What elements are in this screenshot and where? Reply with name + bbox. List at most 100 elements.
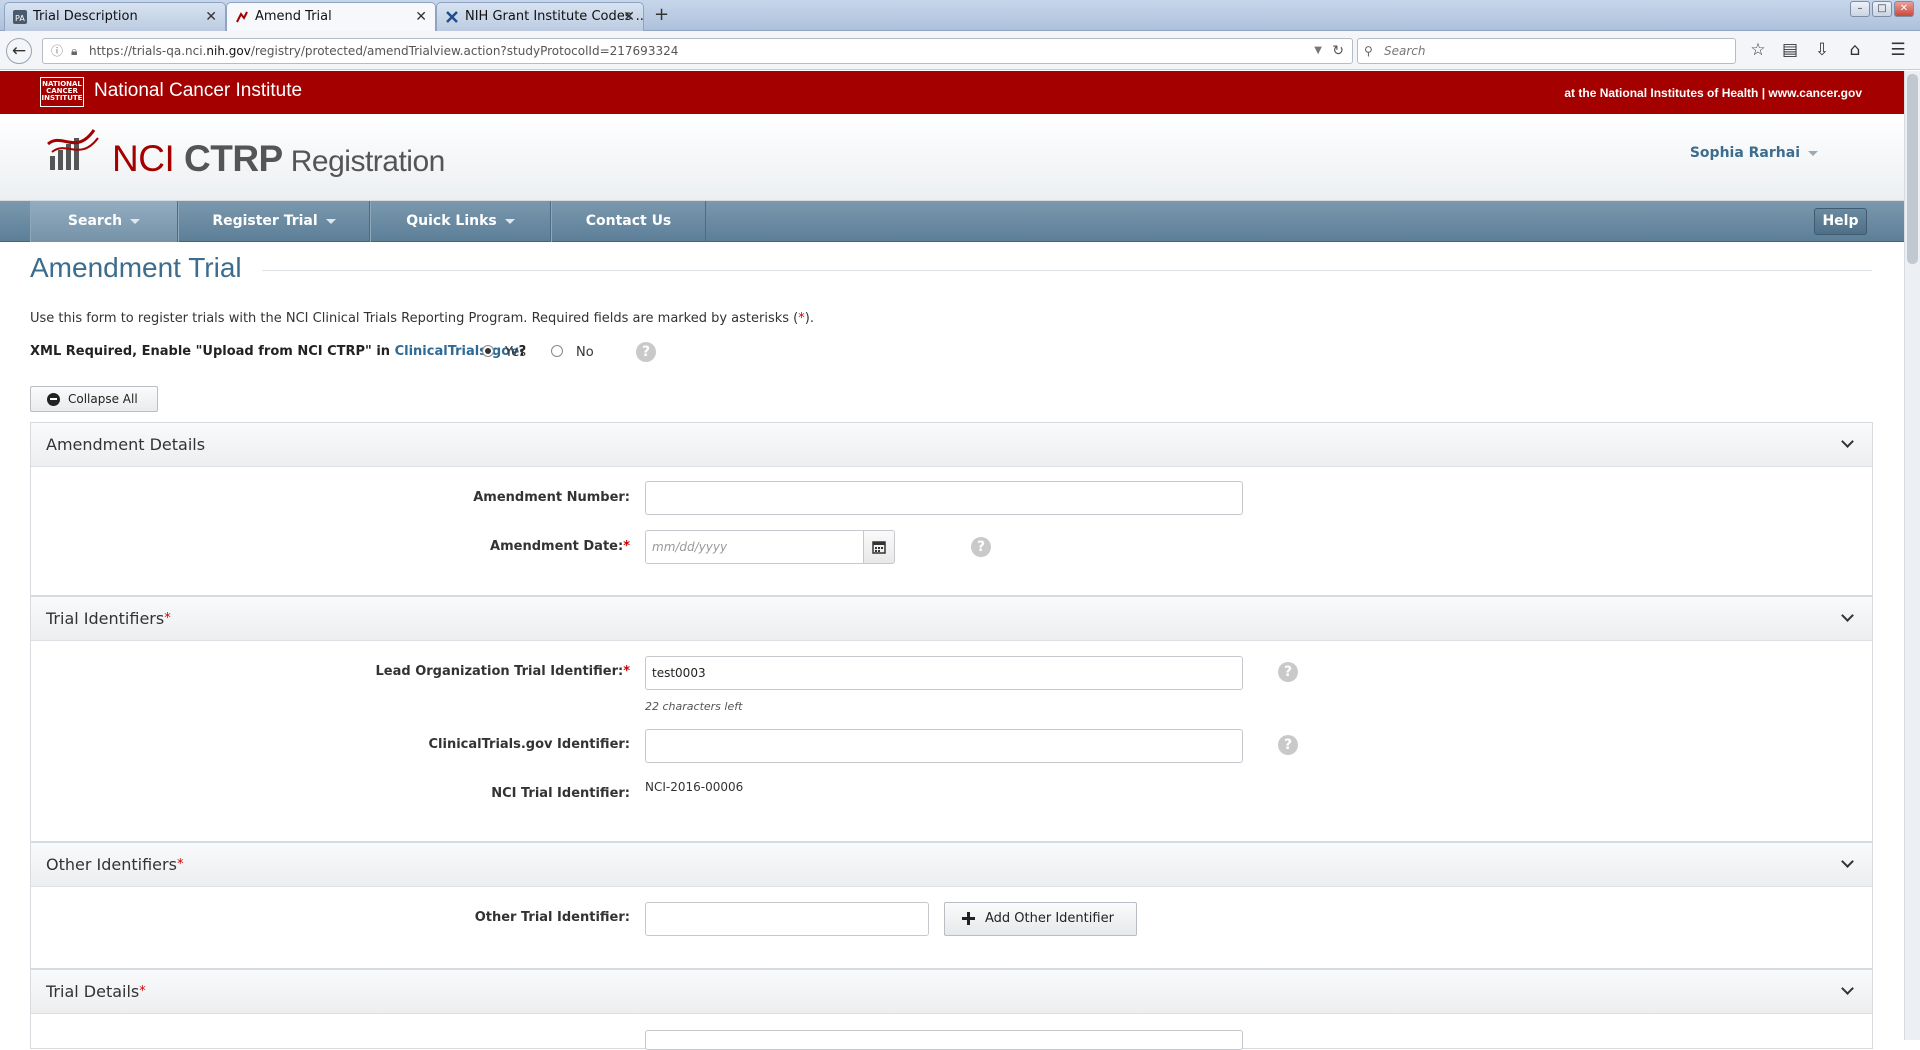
logo-nci: NCI	[112, 138, 175, 179]
clinicaltrials-gov-help-icon[interactable]: ?	[1278, 735, 1298, 755]
amendment-date-input[interactable]: mm/dd/yyyy	[645, 530, 864, 564]
chevron-down-icon[interactable]	[1841, 609, 1854, 622]
lead-org-identifier-label-text: Lead Organization Trial Identifier:	[375, 664, 624, 679]
characters-left-hint: 22 characters left	[645, 700, 743, 713]
chevron-down-icon	[325, 218, 336, 224]
lock-icon: 🔒︎	[71, 44, 78, 58]
scrollbar-thumb[interactable]	[1907, 74, 1918, 264]
address-bar[interactable]: ⓘ 🔒︎ https://trials-qa.nci.nih.gov/regis…	[42, 38, 1353, 64]
xml-label: XML Required, Enable "Upload from NCI CT…	[30, 344, 395, 359]
amendment-date-label-text: Amendment Date:	[490, 539, 624, 554]
minimize-icon[interactable]: –	[1850, 1, 1870, 17]
nci-favicon-icon	[236, 11, 248, 23]
nav-quick-links-label: Quick Links	[406, 213, 497, 229]
amendment-date-label: Amendment Date:*	[490, 539, 630, 554]
url-domain: nih.gov	[206, 44, 251, 58]
info-icon[interactable]: ⓘ	[51, 39, 63, 63]
trial-identifiers-header[interactable]: Trial Identifiers*	[31, 597, 1872, 641]
close-tab-icon[interactable]: ✕	[623, 3, 635, 31]
close-window-icon[interactable]: ✕	[1894, 1, 1914, 17]
required-asterisk: *	[623, 539, 630, 554]
nci-trial-identifier-label: NCI Trial Identifier:	[491, 786, 630, 801]
collapse-all-button[interactable]: Collapse All	[30, 386, 158, 412]
close-tab-icon[interactable]: ✕	[415, 3, 427, 31]
download-icon[interactable]: ⇩	[1810, 39, 1834, 63]
nci-banner: NATIONAL CANCER INSTITUTE National Cance…	[0, 71, 1904, 114]
lead-org-identifier-label: Lead Organization Trial Identifier:*	[376, 664, 631, 679]
intro-end: ).	[804, 311, 814, 326]
dropdown-icon[interactable]: ▼	[1314, 39, 1322, 63]
ctrp-registration-logo[interactable]: NCI CTRP Registration	[112, 138, 445, 180]
trial-details-title: Trial Details	[46, 982, 140, 1001]
home-icon[interactable]: ⌂	[1843, 39, 1867, 63]
add-other-identifier-button[interactable]: Add Other Identifier	[944, 902, 1137, 936]
bookmark-star-icon[interactable]: ☆	[1746, 39, 1770, 63]
tab-label: NIH Grant Institute Codes ...	[465, 9, 644, 24]
reload-icon[interactable]: ↻	[1332, 39, 1344, 63]
amendment-number-input[interactable]	[645, 481, 1243, 515]
amendment-details-title: Amendment Details	[46, 435, 206, 454]
xml-yes-label[interactable]: Yes	[505, 345, 526, 360]
nci-trial-identifier-value: NCI-2016-00006	[645, 780, 744, 794]
clinicaltrials-gov-identifier-input[interactable]	[645, 729, 1243, 763]
required-asterisk: *	[623, 664, 630, 679]
xml-no-radio[interactable]	[551, 345, 563, 357]
search-icon: ⚲	[1364, 44, 1373, 58]
nav-contact-us[interactable]: Contact Us	[551, 201, 706, 242]
vertical-scrollbar[interactable]	[1904, 71, 1920, 1040]
calendar-icon	[872, 541, 886, 554]
lead-org-help-icon[interactable]: ?	[1278, 662, 1298, 682]
logo-ctrp: CTRP	[184, 138, 283, 179]
menu-icon[interactable]: ☰	[1886, 39, 1910, 63]
xml-yes-radio[interactable]	[482, 345, 494, 357]
calendar-button[interactable]	[863, 530, 895, 564]
amendment-number-label: Amendment Number:	[473, 490, 630, 505]
nav-contact-us-label: Contact Us	[585, 213, 672, 229]
tab-trial-description[interactable]: PA Trial Description ✕	[4, 2, 226, 31]
page-favicon-icon: PA	[13, 10, 27, 24]
chevron-down-icon[interactable]	[1841, 855, 1854, 868]
new-tab-button[interactable]: +	[654, 4, 669, 25]
close-tab-icon[interactable]: ✕	[205, 3, 217, 31]
nav-search[interactable]: Search	[30, 201, 178, 242]
browser-search-input[interactable]: ⚲ Search	[1357, 38, 1736, 64]
other-identifiers-header[interactable]: Other Identifiers*	[31, 843, 1872, 887]
window-controls: – □ ✕	[1850, 1, 1914, 17]
chevron-down-icon[interactable]	[1841, 435, 1854, 448]
maximize-icon[interactable]: □	[1872, 1, 1892, 17]
trial-details-header[interactable]: Trial Details*	[31, 970, 1872, 1014]
nci-seal-logo[interactable]: NATIONAL CANCER INSTITUTE	[40, 77, 84, 107]
user-menu[interactable]: Sophia Rarhai	[1690, 145, 1818, 161]
plus-icon	[962, 912, 975, 925]
back-icon[interactable]: ←	[6, 38, 32, 64]
lead-org-identifier-input[interactable]: test0003	[645, 656, 1243, 690]
other-trial-identifier-label: Other Trial Identifier:	[474, 910, 630, 925]
amendment-date-help-icon[interactable]: ?	[971, 537, 991, 557]
x-favicon-icon	[446, 11, 458, 23]
intro-main: Use this form to register trials with th…	[30, 311, 799, 326]
chevron-down-icon[interactable]	[1841, 982, 1854, 995]
tab-nih-grant-codes[interactable]: NIH Grant Institute Codes ... ✕	[436, 2, 644, 31]
url-path: /registry/protected/amendTrialview.actio…	[250, 44, 679, 58]
required-asterisk: *	[176, 857, 184, 872]
nav-register-trial[interactable]: Register Trial	[178, 201, 370, 242]
nci-banner-title[interactable]: National Cancer Institute	[94, 80, 302, 102]
clinicaltrials-gov-link[interactable]: ClinicalTrials.gov	[395, 344, 519, 359]
nih-link[interactable]: at the National Institutes of Health | w…	[1564, 86, 1862, 100]
help-button[interactable]: Help	[1814, 208, 1867, 235]
browser-toolbar: ← ⓘ 🔒︎ https://trials-qa.nci.nih.gov/reg…	[0, 31, 1920, 70]
add-other-identifier-label: Add Other Identifier	[985, 911, 1114, 926]
xml-help-icon[interactable]: ?	[636, 342, 656, 362]
search-placeholder: Search	[1384, 44, 1426, 58]
tab-amend-trial[interactable]: Amend Trial ✕	[226, 2, 436, 32]
chevron-down-icon	[130, 218, 141, 224]
svg-text:PA: PA	[15, 14, 25, 23]
xml-no-label[interactable]: No	[576, 345, 594, 360]
reading-list-icon[interactable]: ▤	[1778, 39, 1802, 63]
nav-quick-links[interactable]: Quick Links	[370, 201, 551, 242]
intro-text: Use this form to register trials with th…	[30, 311, 814, 326]
other-trial-identifier-input[interactable]	[645, 902, 929, 936]
amendment-details-header[interactable]: Amendment Details	[31, 423, 1872, 467]
nav-search-label: Search	[67, 213, 123, 229]
trial-details-first-input[interactable]	[645, 1030, 1243, 1050]
